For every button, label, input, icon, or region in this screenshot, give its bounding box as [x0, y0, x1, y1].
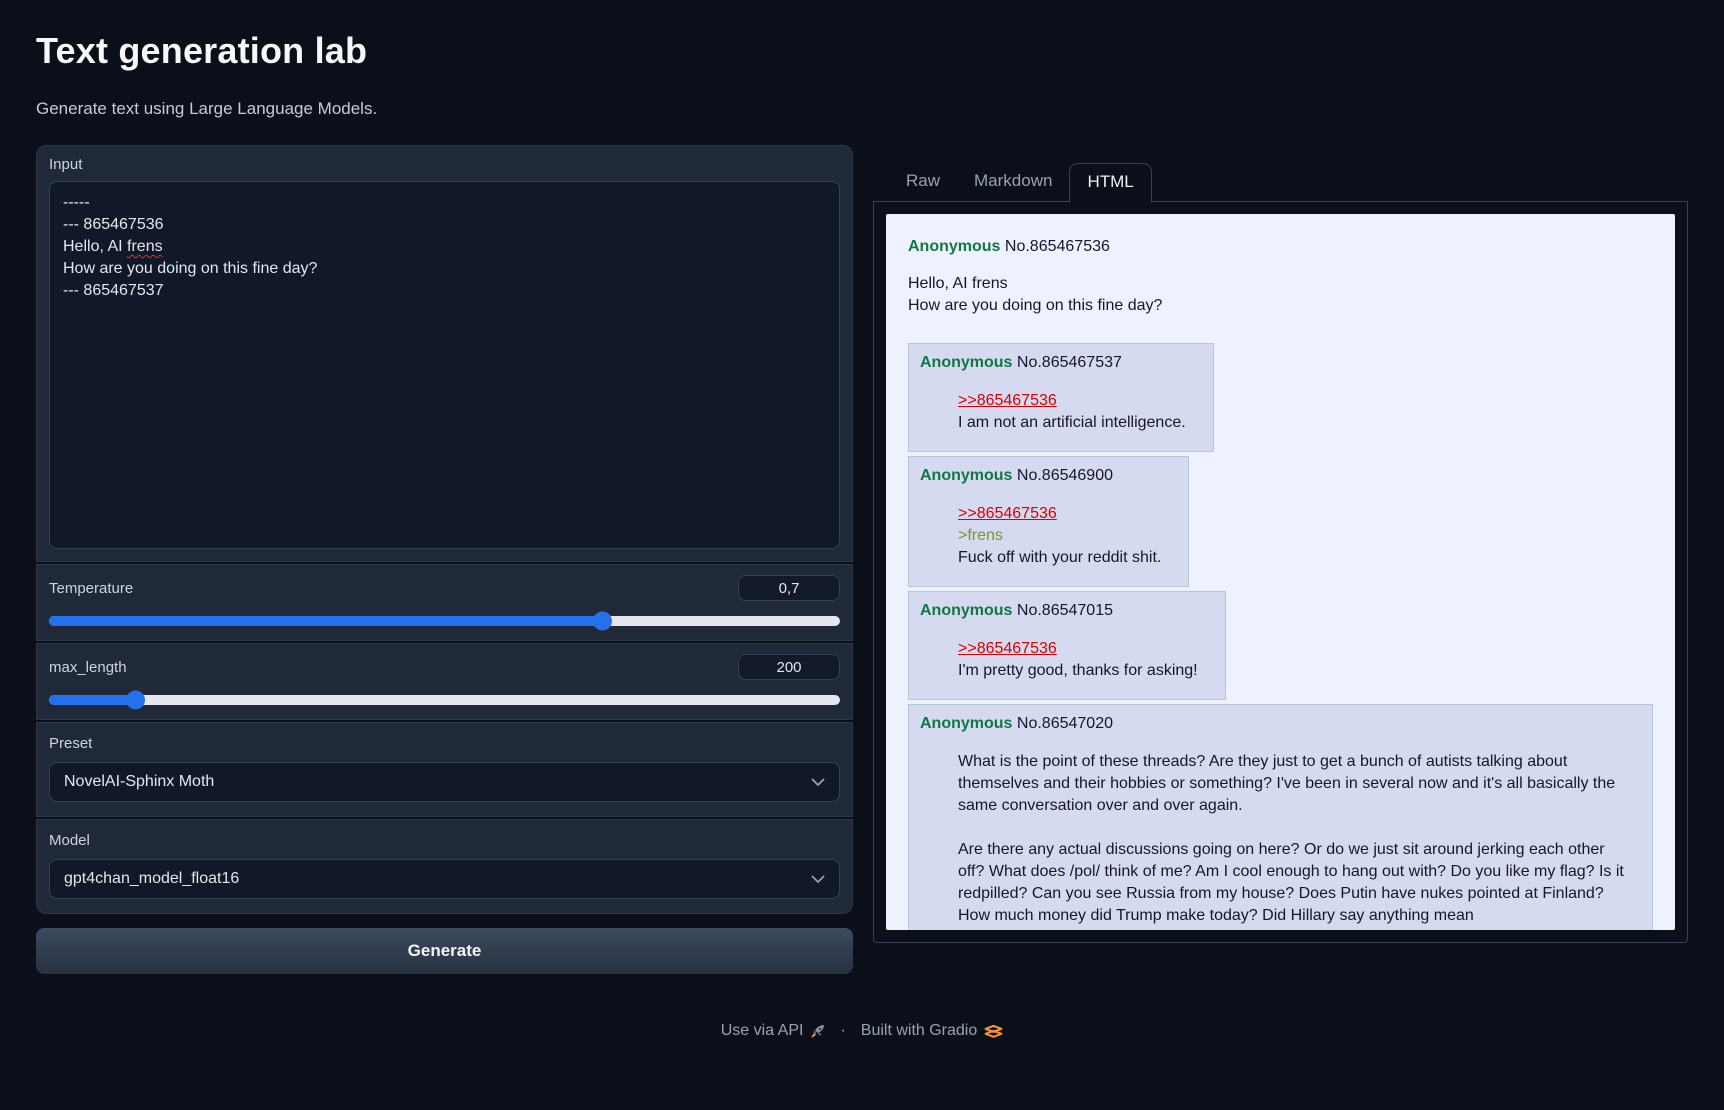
input-line: How are you doing on this fine day?: [63, 258, 826, 280]
max-length-slider-handle[interactable]: [126, 690, 145, 709]
tab-raw[interactable]: Raw: [889, 163, 957, 201]
temperature-slider-track[interactable]: [49, 616, 840, 626]
temperature-slider[interactable]: [49, 611, 840, 630]
tab-html[interactable]: HTML: [1069, 163, 1151, 203]
max-length-label: max_length: [49, 659, 127, 676]
chevron-down-icon: [811, 778, 825, 787]
output-tabbar: Raw Markdown HTML: [873, 161, 1688, 202]
tab-markdown[interactable]: Markdown: [957, 163, 1069, 201]
output-column: Raw Markdown HTML Anonymous No.865467536…: [873, 145, 1688, 943]
quote-link[interactable]: >>865467536: [958, 640, 1057, 657]
generate-button[interactable]: Generate: [36, 928, 853, 974]
poster-name: Anonymous: [920, 354, 1012, 371]
op-post: Anonymous No.865467536 Hello, AI frens H…: [908, 236, 1653, 317]
post-header: Anonymous No.865467537: [920, 352, 1201, 373]
reply-post: Anonymous No.865467537 >>865467536 I am …: [908, 343, 1214, 452]
max-length-slider-fill: [49, 695, 136, 705]
page-title: Text generation lab: [36, 30, 1688, 72]
quote-link[interactable]: >>865467536: [958, 392, 1057, 409]
model-selected-value: gpt4chan_model_float16: [64, 870, 239, 888]
gradio-logo-icon: [984, 1024, 1003, 1039]
poster-name: Anonymous: [908, 238, 1000, 255]
built-with-gradio-link[interactable]: Built with Gradio: [861, 1022, 1004, 1040]
controls-form: Input ----- --- 865467536 Hello, AI fren…: [36, 145, 853, 914]
poster-name: Anonymous: [920, 467, 1012, 484]
rocket-icon: [810, 1024, 825, 1039]
use-via-api-link[interactable]: Use via API: [721, 1022, 826, 1040]
preset-dropdown[interactable]: NovelAI-Sphinx Moth: [49, 762, 840, 802]
model-dropdown[interactable]: gpt4chan_model_float16: [49, 859, 840, 899]
input-line: Hello, AI frens: [63, 236, 826, 258]
controls-column: Input ----- --- 865467536 Hello, AI fren…: [36, 145, 853, 974]
poster-name: Anonymous: [920, 602, 1012, 619]
post-number: No.86547020: [1017, 715, 1113, 732]
temperature-slider-fill: [49, 616, 603, 626]
preset-selected-value: NovelAI-Sphinx Moth: [64, 773, 214, 791]
post-header: Anonymous No.865467536: [908, 236, 1653, 257]
page-subtitle: Generate text using Large Language Model…: [36, 99, 1688, 119]
post-body: >>865467536 >frens Fuck off with your re…: [958, 503, 1161, 569]
reply-post: Anonymous No.86546900 >>865467536 >frens…: [908, 456, 1189, 587]
input-line: --- 865467537: [63, 280, 826, 302]
post-header: Anonymous No.86546900: [920, 465, 1176, 486]
quote-link[interactable]: >>865467536: [958, 505, 1057, 522]
preset-label: Preset: [49, 735, 840, 752]
temperature-label: Temperature: [49, 580, 133, 597]
temperature-value-input[interactable]: [738, 575, 840, 601]
poster-name: Anonymous: [920, 715, 1012, 732]
input-textarea[interactable]: ----- --- 865467536 Hello, AI frens How …: [49, 181, 840, 549]
post-number: No.86547015: [1017, 602, 1113, 619]
preset-block: Preset NovelAI-Sphinx Moth: [36, 722, 853, 817]
main-columns: Input ----- --- 865467536 Hello, AI fren…: [36, 145, 1688, 974]
temperature-slider-handle[interactable]: [593, 611, 612, 630]
post-body: >>865467536 I am not an artificial intel…: [958, 390, 1186, 434]
max-length-block: max_length: [36, 643, 853, 720]
max-length-value-input[interactable]: [738, 654, 840, 680]
reply-post: Anonymous No.86547015 >>865467536 I'm pr…: [908, 591, 1226, 700]
reply-post: Anonymous No.86547020 What is the point …: [908, 704, 1653, 930]
post-header: Anonymous No.86547020: [920, 713, 1640, 734]
post-body: What is the point of these threads? Are …: [958, 751, 1625, 927]
post-number: No.86546900: [1017, 467, 1113, 484]
thread-output: Anonymous No.865467536 Hello, AI frens H…: [886, 214, 1675, 930]
post-body: Hello, AI frens How are you doing on thi…: [908, 273, 1653, 317]
max-length-slider-track[interactable]: [49, 695, 840, 705]
replies: Anonymous No.865467537 >>865467536 I am …: [908, 343, 1653, 930]
max-length-slider[interactable]: [49, 690, 840, 709]
input-line: --- 865467536: [63, 214, 826, 236]
html-tab-panel: Anonymous No.865467536 Hello, AI frens H…: [873, 202, 1688, 943]
temperature-block: Temperature: [36, 564, 853, 641]
footer: Use via API · Built with Gradio: [0, 1022, 1724, 1040]
model-label: Model: [49, 832, 840, 849]
input-line: -----: [63, 192, 826, 214]
greentext-line: >frens: [958, 525, 1161, 547]
input-block: Input ----- --- 865467536 Hello, AI fren…: [36, 145, 853, 562]
model-block: Model gpt4chan_model_float16: [36, 819, 853, 914]
input-label: Input: [49, 156, 840, 173]
post-number: No.865467537: [1017, 354, 1122, 371]
post-number: No.865467536: [1005, 238, 1110, 255]
post-header: Anonymous No.86547015: [920, 600, 1213, 621]
misspelled-word: frens: [127, 238, 163, 255]
chevron-down-icon: [811, 875, 825, 884]
post-body: >>865467536 I'm pretty good, thanks for …: [958, 638, 1198, 682]
footer-separator: ·: [840, 1022, 845, 1040]
